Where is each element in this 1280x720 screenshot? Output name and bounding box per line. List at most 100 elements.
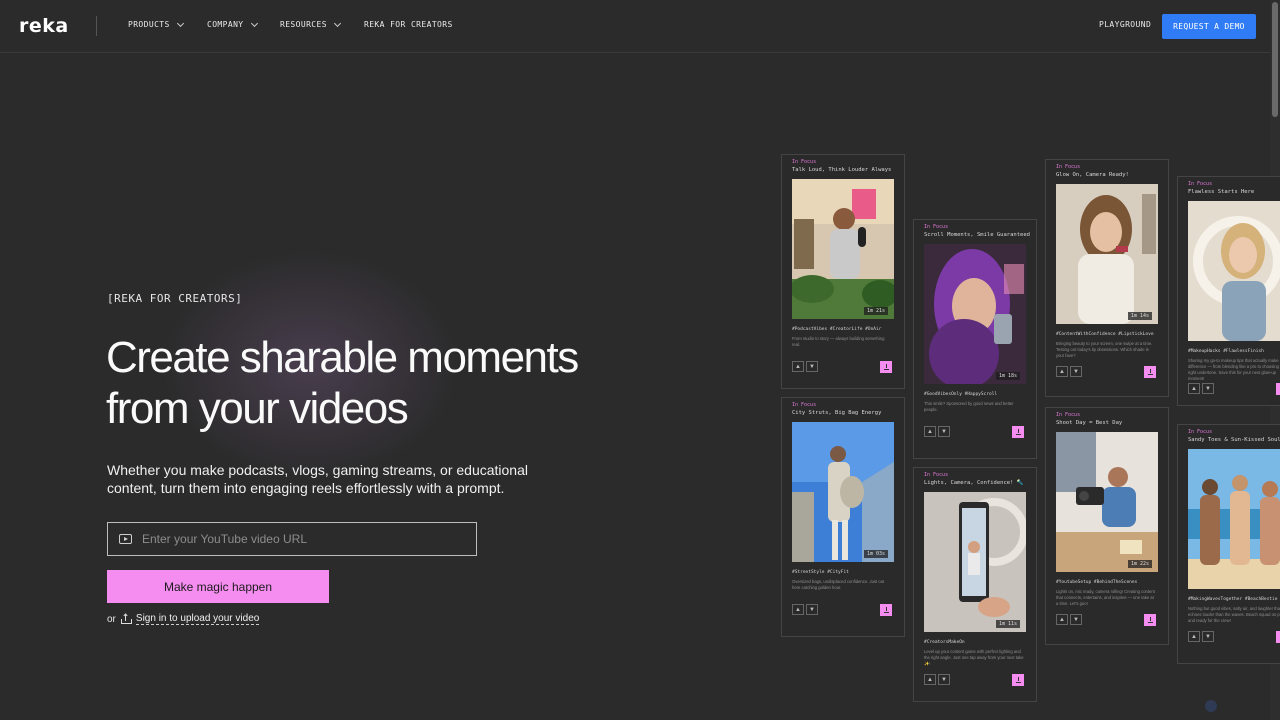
download-icon	[1147, 369, 1153, 375]
card-title: Lights, Camera, Confidence! 🔦	[924, 480, 1024, 486]
card-thumbnail[interactable]: 1m 18s	[924, 244, 1026, 384]
headline-line-1: Create sharable moments	[106, 333, 579, 382]
thumbs-up-icon[interactable]: ▲	[924, 674, 936, 685]
card-description: Level up your content game with perfect …	[924, 649, 1024, 666]
download-button[interactable]	[1144, 366, 1156, 378]
duration-badge: 1m 18s	[995, 372, 1020, 380]
duration-badge: 1m 03s	[863, 550, 888, 558]
card-title: Shoot Day = Best Day	[1056, 420, 1123, 426]
card-actions: ▲ ▼	[1188, 383, 1214, 394]
download-icon	[883, 364, 889, 370]
youtube-url-input[interactable]	[142, 532, 462, 546]
nav-item-products[interactable]: PRODUCTS	[128, 19, 184, 29]
download-button[interactable]	[1012, 674, 1024, 686]
scrollbar-thumb[interactable]	[1272, 2, 1278, 117]
card-tag: In Focus	[792, 159, 817, 165]
card-title: Talk Loud, Think Louder Always	[792, 167, 892, 173]
thumbs-down-icon[interactable]: ▼	[1070, 366, 1082, 377]
duration-badge: 1m 11s	[995, 620, 1020, 628]
download-icon	[1015, 677, 1021, 683]
hero-subtitle: Whether you make podcasts, vlogs, gaming…	[107, 462, 528, 496]
reel-card[interactable]: In Focus Glow On, Camera Ready! 1m 14s #…	[1045, 159, 1169, 397]
card-actions: ▲ ▼	[924, 426, 950, 437]
thumbs-down-icon[interactable]: ▼	[938, 426, 950, 437]
reka-logo[interactable]: reka	[19, 17, 69, 36]
card-description: Bringing beauty to your screen, one swip…	[1056, 341, 1153, 358]
reel-card[interactable]: In Focus Talk Loud, Think Louder Always …	[781, 154, 905, 389]
thumbs-up-icon[interactable]: ▲	[792, 361, 804, 372]
hero-eyebrow: [REKA FOR CREATORS]	[107, 292, 243, 305]
card-description: Oversized bags, undisplaced confidence. …	[792, 579, 885, 590]
thumbs-up-icon[interactable]: ▲	[1188, 383, 1200, 394]
thumbs-down-icon[interactable]: ▼	[938, 674, 950, 685]
card-title: Glow On, Camera Ready!	[1056, 172, 1129, 178]
signin-upload-link[interactable]: Sign in to upload your video	[135, 613, 260, 625]
thumbs-down-icon[interactable]: ▼	[1070, 614, 1082, 625]
card-thumbnail[interactable]	[1188, 449, 1280, 589]
reel-card[interactable]: In Focus Shoot Day = Best Day 1m 22s #Yo…	[1045, 407, 1169, 645]
nav-label: PRODUCTS	[128, 20, 170, 29]
chevron-down-icon	[176, 19, 184, 27]
make-magic-button[interactable]: Make magic happen	[107, 570, 329, 603]
nav-item-resources[interactable]: RESOURCES	[280, 19, 341, 29]
card-description: Sharing my go-to makeup tips that actual…	[1188, 358, 1280, 381]
card-hashtags: #CreatorsMakeOn	[924, 640, 965, 645]
card-description: This smile? Sponsored by good news and b…	[924, 401, 1014, 412]
reel-card[interactable]: In Focus Scroll Moments, Smile Guarantee…	[913, 219, 1037, 459]
download-button[interactable]	[1276, 383, 1280, 395]
reel-card[interactable]: In Focus Flawless Starts Here #MakeupHac…	[1177, 176, 1280, 406]
download-icon	[1015, 429, 1021, 435]
youtube-url-field[interactable]	[107, 522, 477, 556]
card-description: Nothing but good vibes, salty air, and l…	[1188, 606, 1280, 623]
thumbs-up-icon[interactable]: ▲	[1056, 366, 1068, 377]
chevron-down-icon	[250, 19, 258, 27]
nav-label: COMPANY	[207, 20, 244, 29]
card-actions: ▲ ▼	[924, 674, 950, 685]
reel-card[interactable]: In Focus City Struts, Big Bag Energy 1m …	[781, 397, 905, 637]
card-thumbnail[interactable]: 1m 21s	[792, 179, 894, 319]
card-hashtags: #MakingWavesTogether #BeachBestie	[1188, 597, 1278, 602]
thumbs-up-icon[interactable]: ▲	[1188, 631, 1200, 642]
thumbs-down-icon[interactable]: ▼	[806, 361, 818, 372]
thumbs-down-icon[interactable]: ▼	[1202, 631, 1214, 642]
duration-badge: 1m 22s	[1127, 560, 1152, 568]
thumbs-down-icon[interactable]: ▼	[806, 604, 818, 615]
thumbs-down-icon[interactable]: ▼	[1202, 383, 1214, 394]
download-button[interactable]	[880, 604, 892, 616]
card-tag: In Focus	[1056, 412, 1081, 418]
signin-row: or Sign in to upload your video	[107, 613, 260, 625]
card-hashtags: #ContentWithConfidence #LipstickLove	[1056, 332, 1154, 337]
reel-card[interactable]: In Focus Sandy Toes & Sun-Kissed Souls #…	[1177, 424, 1280, 664]
top-nav: reka PRODUCTS COMPANY RESOURCES REKA FOR…	[0, 0, 1270, 53]
download-icon	[1147, 617, 1153, 623]
thumbs-up-icon[interactable]: ▲	[792, 604, 804, 615]
playground-label: PLAYGROUND	[1099, 20, 1152, 29]
card-hashtags: #PodcastVibes #CreatorLife #OnAir	[792, 327, 882, 332]
card-title: City Struts, Big Bag Energy	[792, 410, 882, 416]
download-button[interactable]	[880, 361, 892, 373]
card-title: Sandy Toes & Sun-Kissed Souls	[1188, 437, 1280, 443]
download-button[interactable]	[1276, 631, 1280, 643]
card-actions: ▲ ▼	[1056, 614, 1082, 625]
download-button[interactable]	[1012, 426, 1024, 438]
playground-link[interactable]: PLAYGROUND	[1099, 20, 1151, 29]
card-thumbnail[interactable]: 1m 22s	[1056, 432, 1158, 572]
card-thumbnail[interactable]	[1188, 201, 1280, 341]
card-thumbnail[interactable]: 1m 14s	[1056, 184, 1158, 324]
download-button[interactable]	[1144, 614, 1156, 626]
nav-item-company[interactable]: COMPANY	[207, 19, 258, 29]
card-thumbnail[interactable]: 1m 03s	[792, 422, 894, 562]
card-hashtags: #MakeupHacks #FlawlessFinish	[1188, 349, 1264, 354]
reel-card[interactable]: In Focus Lights, Camera, Confidence! 🔦 1…	[913, 467, 1037, 702]
card-description: From studio to story — always building s…	[792, 336, 885, 347]
thumbs-up-icon[interactable]: ▲	[1056, 614, 1068, 625]
card-tag: In Focus	[924, 224, 949, 230]
thumbs-up-icon[interactable]: ▲	[924, 426, 936, 437]
card-tag: In Focus	[1188, 429, 1213, 435]
headline-line-2: from your videos	[106, 384, 409, 433]
card-actions: ▲ ▼	[792, 361, 818, 372]
request-demo-button[interactable]: REQUEST A DEMO	[1162, 14, 1256, 39]
card-thumbnail[interactable]: 1m 11s	[924, 492, 1026, 632]
card-title: Scroll Moments, Smile Guaranteed	[924, 232, 1030, 238]
nav-item-reka-for-creators[interactable]: REKA FOR CREATORS	[364, 20, 453, 29]
